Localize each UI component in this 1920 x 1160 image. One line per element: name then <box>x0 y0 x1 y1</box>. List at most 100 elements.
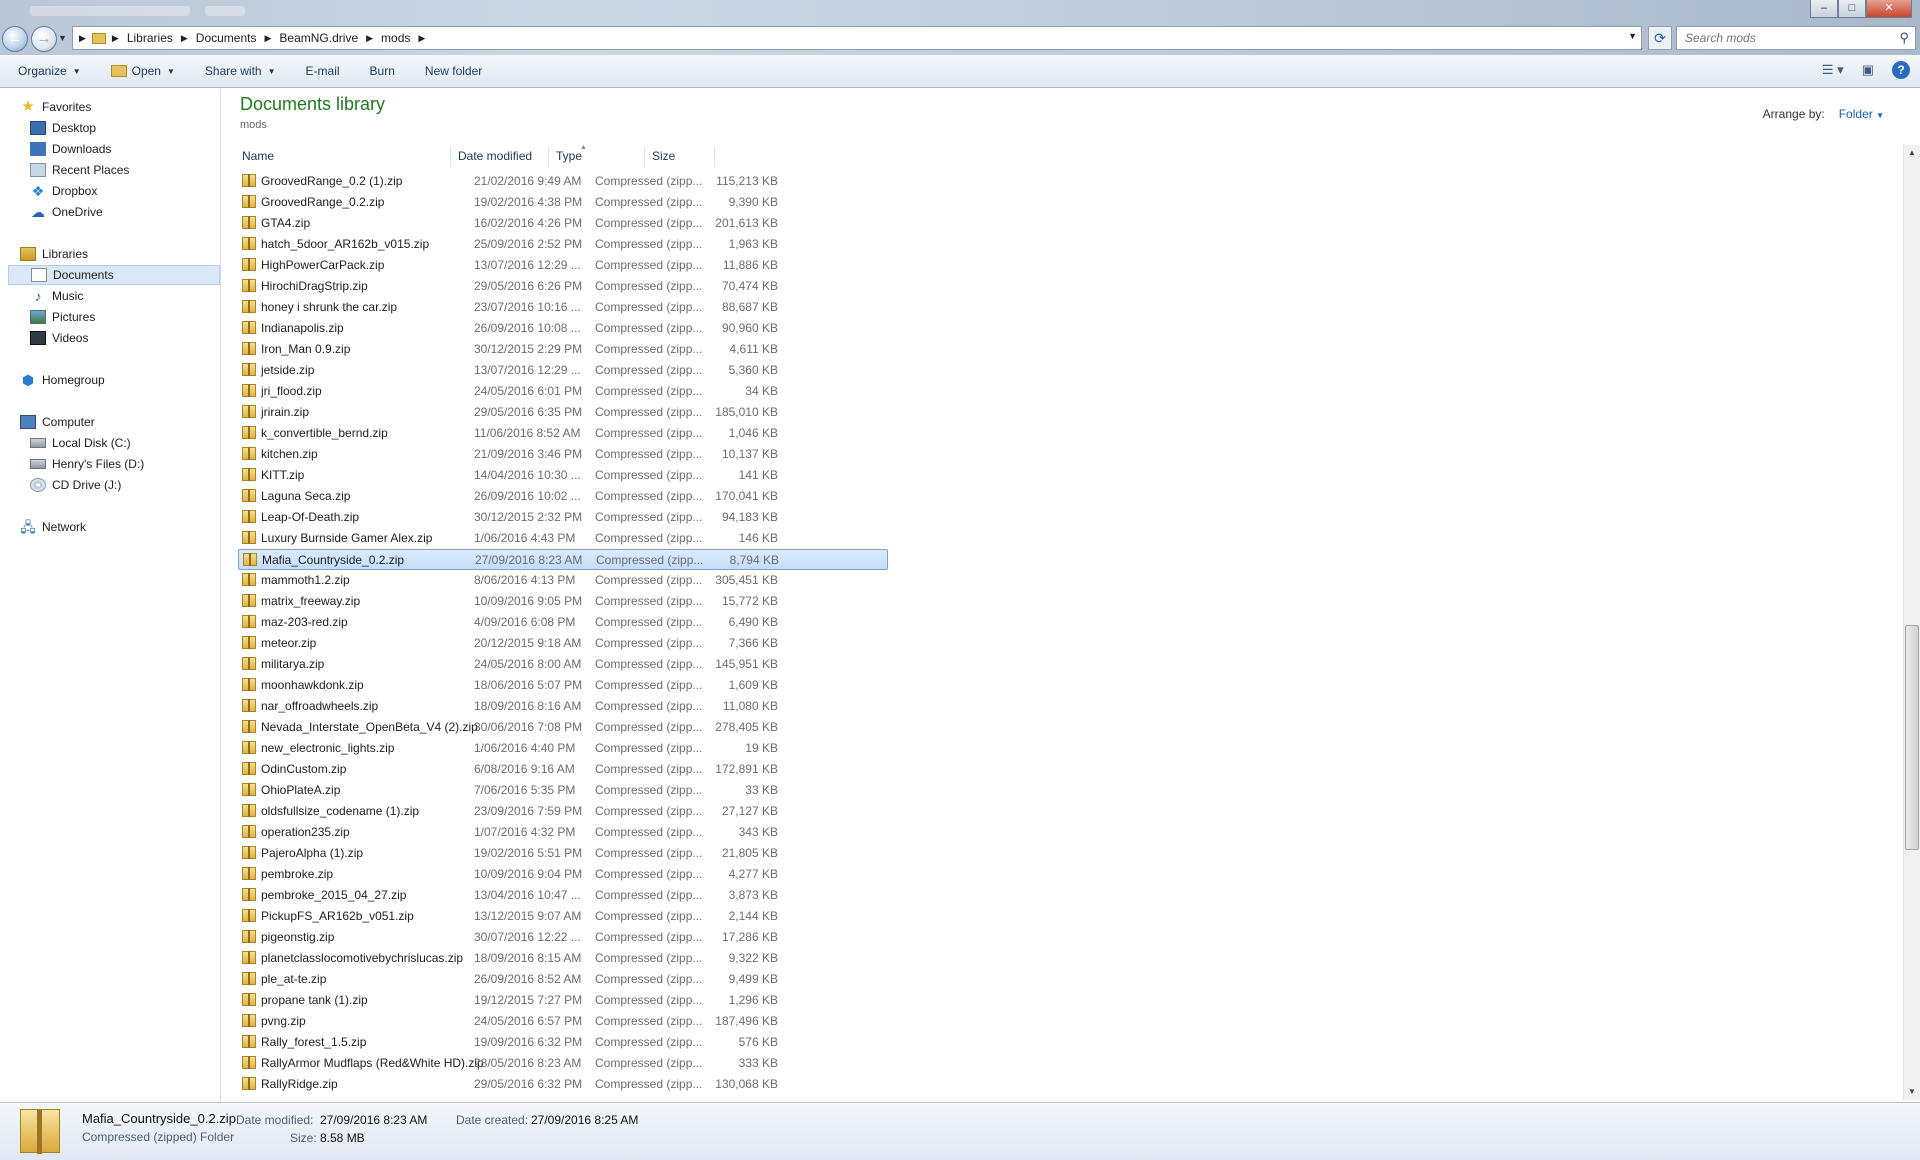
file-row[interactable]: Laguna Seca.zip 26/09/2016 10:02 ... Compr… <box>238 486 888 507</box>
file-row[interactable]: HirochiDragStrip.zip 29/05/2016 6:26 PM Co… <box>238 276 888 297</box>
nav-desktop[interactable]: Desktop <box>30 118 96 138</box>
close-button[interactable]: ✕ <box>1866 0 1912 18</box>
file-row[interactable]: moonhawkdonk.zip 18/06/2016 5:07 PM Compre… <box>238 675 888 696</box>
nav-favorites[interactable]: ★ Favorites <box>20 97 91 117</box>
share-with-button[interactable]: Share with ▼ <box>205 64 276 78</box>
column-divider[interactable] <box>450 147 451 167</box>
nav-documents[interactable]: Documents <box>8 265 220 285</box>
nav-downloads[interactable]: Downloads <box>30 139 111 159</box>
file-row[interactable]: new_electronic_lights.zip 1/06/2016 4:40 … <box>238 738 888 759</box>
view-options-icon[interactable]: ☰ ▾ <box>1822 62 1844 78</box>
scrollbar-thumb[interactable] <box>1905 625 1919 850</box>
nav-dropbox[interactable]: ❖ Dropbox <box>30 181 98 201</box>
file-row[interactable]: Rally_forest_1.5.zip 19/09/2016 6:32 PM Co… <box>238 1032 888 1053</box>
vertical-scrollbar[interactable]: ▲ ▼ <box>1903 145 1920 1100</box>
minimize-button[interactable]: – <box>1810 0 1838 18</box>
file-row[interactable]: RallyArmor Mudflaps (Red&White HD).zip 28… <box>238 1053 888 1074</box>
file-row[interactable]: honey i shrunk the car.zip 23/07/2016 10:… <box>238 297 888 318</box>
nav-henrys-files[interactable]: Henry's Files (D:) <box>30 454 144 474</box>
open-button[interactable]: Open ▼ <box>110 64 175 78</box>
chevron-right-icon[interactable]: ▶ <box>181 33 188 44</box>
search-box[interactable]: ⚲ <box>1676 26 1916 50</box>
file-row[interactable]: KITT.zip 14/04/2016 10:30 ... Compressed (… <box>238 465 888 486</box>
nav-homegroup[interactable]: ⬢ Homegroup <box>20 370 105 390</box>
file-row[interactable]: hatch_5door_AR162b_v015.zip 25/09/2016 2:… <box>238 234 888 255</box>
arrange-dropdown[interactable]: Folder ▼ <box>1839 107 1884 121</box>
file-row[interactable]: GroovedRange_0.2.zip 19/02/2016 4:38 PM Co… <box>238 192 888 213</box>
nav-local-disk[interactable]: Local Disk (C:) <box>30 433 131 453</box>
file-row[interactable]: k_convertible_bernd.zip 11/06/2016 8:52 A… <box>238 423 888 444</box>
column-name[interactable]: Name <box>242 149 274 163</box>
column-type[interactable]: Type <box>556 149 582 163</box>
file-row[interactable]: jrirain.zip 29/05/2016 6:35 PM Compressed … <box>238 402 888 423</box>
file-row[interactable]: maz-203-red.zip 4/09/2016 6:08 PM Compress… <box>238 612 888 633</box>
file-row[interactable]: PajeroAlpha (1).zip 19/02/2016 5:51 PM Com… <box>238 843 888 864</box>
nav-videos[interactable]: Videos <box>30 328 88 348</box>
file-row[interactable]: kitchen.zip 21/09/2016 3:46 PM Compressed … <box>238 444 888 465</box>
nav-music[interactable]: ♪ Music <box>30 286 84 306</box>
breadcrumb-beamng[interactable]: BeamNG.drive <box>279 31 358 45</box>
organize-button[interactable]: Organize ▼ <box>18 64 81 78</box>
search-input[interactable] <box>1677 27 1877 49</box>
file-row[interactable]: HighPowerCarPack.zip 13/07/2016 12:29 ...… <box>238 255 888 276</box>
file-row[interactable]: Luxury Burnside Gamer Alex.zip 1/06/2016 … <box>238 528 888 549</box>
column-size[interactable]: Size <box>652 149 675 163</box>
file-row[interactable]: GTA4.zip 16/02/2016 4:26 PM Compressed (zi… <box>238 213 888 234</box>
file-row[interactable]: Indianapolis.zip 26/09/2016 10:08 ... Comp… <box>238 318 888 339</box>
nav-pictures[interactable]: Pictures <box>30 307 95 327</box>
nav-network[interactable]: 🖧 Network <box>20 517 86 537</box>
recent-pages-dropdown[interactable]: ▼ <box>58 33 67 43</box>
file-row[interactable]: matrix_freeway.zip 10/09/2016 9:05 PM Comp… <box>238 591 888 612</box>
nav-libraries[interactable]: Libraries <box>20 244 88 264</box>
nav-computer[interactable]: Computer <box>20 412 95 432</box>
file-row[interactable]: oldsfullsize_codename (1).zip 23/09/2016 … <box>238 801 888 822</box>
breadcrumb-documents[interactable]: Documents <box>196 31 257 45</box>
file-row[interactable]: GroovedRange_0.2 (1).zip 21/02/2016 9:49 … <box>238 171 888 192</box>
file-row[interactable]: operation235.zip 1/07/2016 4:32 PM Compres… <box>238 822 888 843</box>
file-row[interactable]: mammoth1.2.zip 8/06/2016 4:13 PM Compresse… <box>238 570 888 591</box>
file-row[interactable]: propane tank (1).zip 19/12/2015 7:27 PM Co… <box>238 990 888 1011</box>
column-divider[interactable] <box>714 147 715 167</box>
preview-pane-icon[interactable]: ▣ <box>1862 62 1874 78</box>
file-row[interactable]: Iron_Man 0.9.zip 30/12/2015 2:29 PM Compre… <box>238 339 888 360</box>
nav-onedrive[interactable]: ☁ OneDrive <box>30 202 103 222</box>
file-row[interactable]: pembroke.zip 10/09/2016 9:04 PM Compressed… <box>238 864 888 885</box>
file-row[interactable]: jetside.zip 13/07/2016 12:29 ... Compresse… <box>238 360 888 381</box>
file-row[interactable]: pigeonstig.zip 30/07/2016 12:22 ... Compre… <box>238 927 888 948</box>
chevron-right-icon[interactable]: ▶ <box>265 33 272 44</box>
column-divider[interactable] <box>548 147 549 167</box>
help-icon[interactable]: ? <box>1892 61 1910 79</box>
forward-button[interactable]: → <box>31 26 57 52</box>
file-row[interactable]: militarya.zip 24/05/2016 8:00 AM Compresse… <box>238 654 888 675</box>
file-row[interactable]: Nevada_Interstate_OpenBeta_V4 (2).zip 30/… <box>238 717 888 738</box>
back-button[interactable]: ← <box>2 26 28 52</box>
file-row[interactable]: pembroke_2015_04_27.zip 13/04/2016 10:47 … <box>238 885 888 906</box>
file-row[interactable]: planetclasslocomotivebychrislucas.zip 18/… <box>238 948 888 969</box>
column-date[interactable]: Date modified <box>458 149 532 163</box>
email-button[interactable]: E-mail <box>306 64 340 78</box>
search-icon[interactable]: ⚲ <box>1899 30 1909 46</box>
file-row[interactable]: OdinCustom.zip 6/08/2016 9:16 AM Compresse… <box>238 759 888 780</box>
file-row[interactable]: OhioPlateA.zip 7/06/2016 5:35 PM Compresse… <box>238 780 888 801</box>
file-row[interactable]: PickupFS_AR162b_v051.zip 13/12/2015 9:07 … <box>238 906 888 927</box>
nav-recent-places[interactable]: Recent Places <box>30 160 129 180</box>
refresh-button[interactable]: ⟳ <box>1648 26 1672 50</box>
file-row[interactable]: jri_flood.zip 24/05/2016 6:01 PM Compresse… <box>238 381 888 402</box>
new-folder-button[interactable]: New folder <box>425 64 482 78</box>
breadcrumb-mods[interactable]: mods <box>381 31 410 45</box>
file-row[interactable]: RallyRidge.zip 29/05/2016 6:32 PM Compress… <box>238 1074 888 1095</box>
burn-button[interactable]: Burn <box>370 64 395 78</box>
file-row[interactable]: ple_at-te.zip 26/09/2016 8:52 AM Compresse… <box>238 969 888 990</box>
scroll-up-icon[interactable]: ▲ <box>1904 145 1920 161</box>
file-row[interactable]: Leap-Of-Death.zip 30/12/2015 2:32 PM Compr… <box>238 507 888 528</box>
file-row[interactable]: Mafia_Countryside_0.2.zip 27/09/2016 8:23… <box>238 549 888 570</box>
address-dropdown-icon[interactable]: ▼ <box>1628 31 1637 41</box>
file-row[interactable]: pvng.zip 24/05/2016 6:57 PM Compressed (zi… <box>238 1011 888 1032</box>
file-row[interactable]: meteor.zip 20/12/2015 9:18 AM Compressed (… <box>238 633 888 654</box>
column-divider[interactable] <box>644 147 645 167</box>
scroll-down-icon[interactable]: ▼ <box>1904 1084 1920 1100</box>
breadcrumb-libraries[interactable]: Libraries <box>127 31 173 45</box>
address-bar[interactable]: ▶ ▶ Libraries ▶ Documents ▶ BeamNG.drive… <box>72 26 1642 50</box>
file-row[interactable]: nar_offroadwheels.zip 18/09/2016 8:16 AM C… <box>238 696 888 717</box>
chevron-right-icon[interactable]: ▶ <box>366 33 373 44</box>
